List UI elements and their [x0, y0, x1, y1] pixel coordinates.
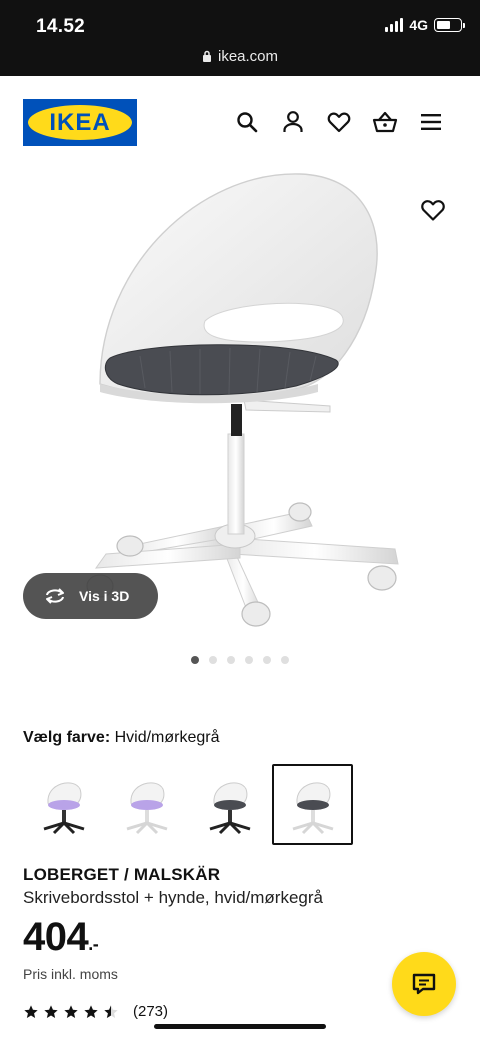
battery-icon — [434, 18, 465, 32]
gallery-dot[interactable] — [281, 656, 289, 664]
url-bar[interactable]: ikea.com — [0, 48, 480, 65]
price-vat-note: Pris inkl. moms — [23, 966, 118, 982]
search-icon[interactable] — [234, 109, 260, 135]
product-rating[interactable]: (273) — [23, 1003, 168, 1020]
gallery-dot[interactable] — [209, 656, 217, 664]
network-type: 4G — [409, 17, 428, 33]
site-header: IKEA — [0, 76, 480, 166]
view-in-3d-label: Vis i 3D — [79, 588, 130, 604]
star-icon — [44, 1004, 58, 1018]
product-name: LOBERGET / MALSKÄR — [23, 865, 221, 884]
lock-icon — [202, 50, 211, 62]
ikea-logo[interactable]: IKEA — [23, 99, 137, 146]
price-suffix: .- — [88, 934, 99, 954]
star-icon — [24, 1004, 38, 1018]
star-icon — [64, 1004, 78, 1018]
status-time: 14.52 — [36, 16, 86, 37]
star-icon — [84, 1004, 98, 1018]
color-swatch-white-lilac-white[interactable] — [106, 764, 187, 845]
home-indicator[interactable] — [154, 1024, 326, 1029]
logo-text: IKEA — [49, 108, 111, 136]
view-in-3d-button[interactable]: Vis i 3D — [23, 573, 158, 619]
color-swatch-white-darkgrey-black[interactable] — [189, 764, 270, 845]
gallery-pagination — [0, 656, 480, 664]
product-description: Skrivebordsstol + hynde, hvid/mørkegrå — [23, 888, 323, 907]
price-value: 404 — [23, 915, 89, 959]
status-indicators: 4G — [385, 17, 465, 33]
review-count: (273) — [133, 1003, 169, 1020]
color-swatch-white-darkgrey-white[interactable] — [272, 764, 353, 845]
menu-icon[interactable] — [418, 109, 444, 135]
gallery-dot[interactable] — [263, 656, 271, 664]
signal-icon — [385, 18, 404, 32]
product-price: 404.- — [23, 915, 99, 960]
gallery-dot[interactable] — [245, 656, 253, 664]
gallery-dot[interactable] — [227, 656, 235, 664]
gallery-dot[interactable] — [191, 656, 199, 664]
add-to-favourites-icon[interactable] — [420, 198, 446, 222]
header-actions — [234, 109, 444, 135]
url-text: ikea.com — [217, 48, 279, 65]
half-star-icon — [104, 1004, 118, 1018]
rotate-3d-icon — [46, 588, 64, 604]
color-swatch-white-lilac-black[interactable] — [23, 764, 104, 845]
chat-button[interactable] — [392, 952, 456, 1016]
heart-icon[interactable] — [326, 109, 352, 135]
color-label-title: Vælg farve: — [23, 729, 111, 746]
color-selector-label: Vælg farve: Hvid/mørkegrå — [23, 729, 220, 747]
account-icon[interactable] — [280, 109, 306, 135]
status-bar: 14.52 4G ikea.com — [0, 0, 480, 76]
color-swatches — [23, 764, 353, 845]
basket-icon[interactable] — [372, 109, 398, 135]
chat-icon — [412, 973, 436, 995]
color-label-value: Hvid/mørkegrå — [114, 729, 220, 746]
